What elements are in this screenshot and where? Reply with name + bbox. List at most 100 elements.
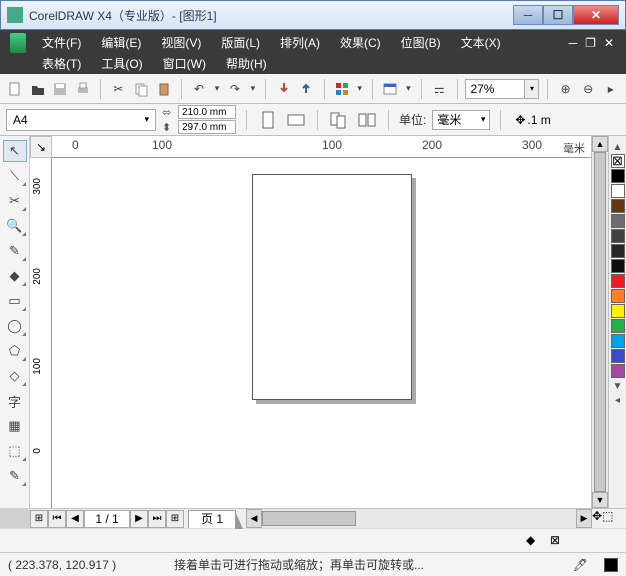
eyedropper-tool[interactable]: ✎: [3, 465, 27, 487]
color-swatch[interactable]: [611, 274, 625, 288]
color-swatch[interactable]: [611, 334, 625, 348]
fill-color-indicator[interactable]: [604, 558, 618, 572]
color-swatch[interactable]: [611, 199, 625, 213]
table-tool[interactable]: ▦: [3, 415, 27, 437]
facing-pages-icon[interactable]: [356, 109, 378, 131]
palette-flyout-button[interactable]: ◂: [615, 393, 620, 407]
page-height-input[interactable]: 297.0 mm: [178, 120, 236, 134]
text-tool[interactable]: 字: [3, 390, 27, 412]
redo-dropdown[interactable]: ▾: [248, 79, 257, 99]
pick-tool[interactable]: ↖: [3, 140, 27, 162]
outline-pen-icon[interactable]: 🖊: [573, 558, 588, 572]
app-launcher-dropdown[interactable]: ▾: [355, 79, 364, 99]
menu-effects[interactable]: 效果(C): [330, 32, 391, 53]
add-page-end-button[interactable]: ⊞: [166, 510, 184, 528]
color-swatch[interactable]: [611, 229, 625, 243]
scroll-up-button[interactable]: ▲: [592, 136, 608, 152]
copy-button[interactable]: [132, 79, 151, 99]
app-launcher-button[interactable]: [332, 79, 351, 99]
navigator-button[interactable]: ✥: [592, 509, 602, 528]
print-button[interactable]: [74, 79, 93, 99]
menu-text[interactable]: 文本(X): [451, 32, 511, 53]
hscroll-thumb[interactable]: [262, 511, 356, 526]
color-swatch[interactable]: [611, 259, 625, 273]
nudge-value[interactable]: .1 m: [527, 113, 550, 127]
color-swatch[interactable]: [611, 244, 625, 258]
menu-view[interactable]: 视图(V): [151, 32, 211, 53]
open-button[interactable]: [29, 79, 48, 99]
palette-down-button[interactable]: ▼: [613, 379, 623, 393]
vertical-scrollbar[interactable]: ▲ ▼: [591, 136, 608, 508]
menu-bitmaps[interactable]: 位图(B): [391, 32, 451, 53]
zoom-input[interactable]: 27%: [465, 79, 525, 99]
no-fill-indicator-icon[interactable]: ⊠: [550, 533, 566, 549]
color-swatch[interactable]: [611, 169, 625, 183]
color-swatch[interactable]: [611, 289, 625, 303]
options-button[interactable]: ⚎: [430, 79, 449, 99]
save-button[interactable]: [51, 79, 70, 99]
pan-button[interactable]: ⬚: [602, 509, 613, 528]
zoom-out-icon[interactable]: ⊖: [579, 79, 598, 99]
swatch-none[interactable]: ⊠: [611, 154, 625, 168]
menu-help[interactable]: 帮助(H): [216, 53, 277, 74]
menu-arrange[interactable]: 排列(A): [270, 32, 330, 53]
ruler-vertical[interactable]: 300 200 100 0: [30, 158, 52, 508]
menu-file[interactable]: 文件(F): [32, 32, 91, 53]
ellipse-tool[interactable]: ◯: [3, 315, 27, 337]
next-page-button[interactable]: ▶: [130, 510, 148, 528]
units-select[interactable]: 毫米 ▾: [432, 110, 490, 130]
redo-button[interactable]: ↷: [226, 79, 245, 99]
color-swatch[interactable]: [611, 364, 625, 378]
welcome-button[interactable]: [381, 79, 400, 99]
scroll-right-button[interactable]: ▶: [576, 509, 592, 528]
color-swatch[interactable]: [611, 349, 625, 363]
pages-icon[interactable]: [328, 109, 350, 131]
minimize-button[interactable]: ─: [513, 5, 543, 25]
basic-shapes-tool[interactable]: ◇: [3, 365, 27, 387]
menu-layout[interactable]: 版面(L): [211, 32, 270, 53]
shape-tool[interactable]: ⟍: [3, 165, 27, 187]
undo-dropdown[interactable]: ▾: [212, 79, 221, 99]
cut-button[interactable]: ✂: [109, 79, 128, 99]
menu-window[interactable]: 窗口(W): [153, 53, 216, 74]
portrait-button[interactable]: [257, 109, 279, 131]
snap-button[interactable]: ⊕: [556, 79, 575, 99]
freehand-tool[interactable]: ✎: [3, 240, 27, 262]
page-width-input[interactable]: 210.0 mm: [178, 105, 236, 119]
paper-size-select[interactable]: A4 ▾: [6, 109, 156, 131]
color-swatch[interactable]: [611, 214, 625, 228]
zoom-level[interactable]: 27% ▾: [465, 79, 539, 99]
ruler-horizontal[interactable]: 0 100 100 200 300 毫米: [52, 136, 591, 158]
scroll-down-button[interactable]: ▼: [592, 492, 608, 508]
menu-tools[interactable]: 工具(O): [91, 53, 152, 74]
page-tab[interactable]: 页 1: [188, 510, 236, 528]
first-page-button[interactable]: ⏮: [48, 510, 66, 528]
fill-indicator-icon[interactable]: ◆: [526, 533, 542, 549]
color-swatch[interactable]: [611, 319, 625, 333]
paste-button[interactable]: [154, 79, 173, 99]
mdi-minimize-button[interactable]: ─: [569, 36, 578, 50]
maximize-button[interactable]: ☐: [543, 5, 573, 25]
smart-fill-tool[interactable]: ◆: [3, 265, 27, 287]
color-swatch[interactable]: [611, 304, 625, 318]
overflow-icon[interactable]: ▸: [602, 79, 621, 99]
scroll-left-button[interactable]: ◀: [246, 509, 262, 528]
interactive-tool[interactable]: ⬚: [3, 440, 27, 462]
undo-button[interactable]: ↶: [190, 79, 209, 99]
import-button[interactable]: [274, 79, 293, 99]
welcome-dropdown[interactable]: ▾: [404, 79, 413, 99]
palette-up-button[interactable]: ▲: [613, 140, 623, 154]
color-swatch[interactable]: [611, 184, 625, 198]
zoom-tool[interactable]: 🔍: [3, 215, 27, 237]
vscroll-thumb[interactable]: [594, 152, 606, 492]
close-button[interactable]: ✕: [573, 5, 619, 25]
crop-tool[interactable]: ✂: [3, 190, 27, 212]
add-page-start-button[interactable]: ⊞: [30, 510, 48, 528]
menu-table[interactable]: 表格(T): [32, 53, 91, 74]
last-page-button[interactable]: ⏭: [148, 510, 166, 528]
landscape-button[interactable]: [285, 109, 307, 131]
prev-page-button[interactable]: ◀: [66, 510, 84, 528]
new-button[interactable]: [6, 79, 25, 99]
ruler-origin[interactable]: ↘: [30, 136, 52, 158]
rectangle-tool[interactable]: ▭: [3, 290, 27, 312]
